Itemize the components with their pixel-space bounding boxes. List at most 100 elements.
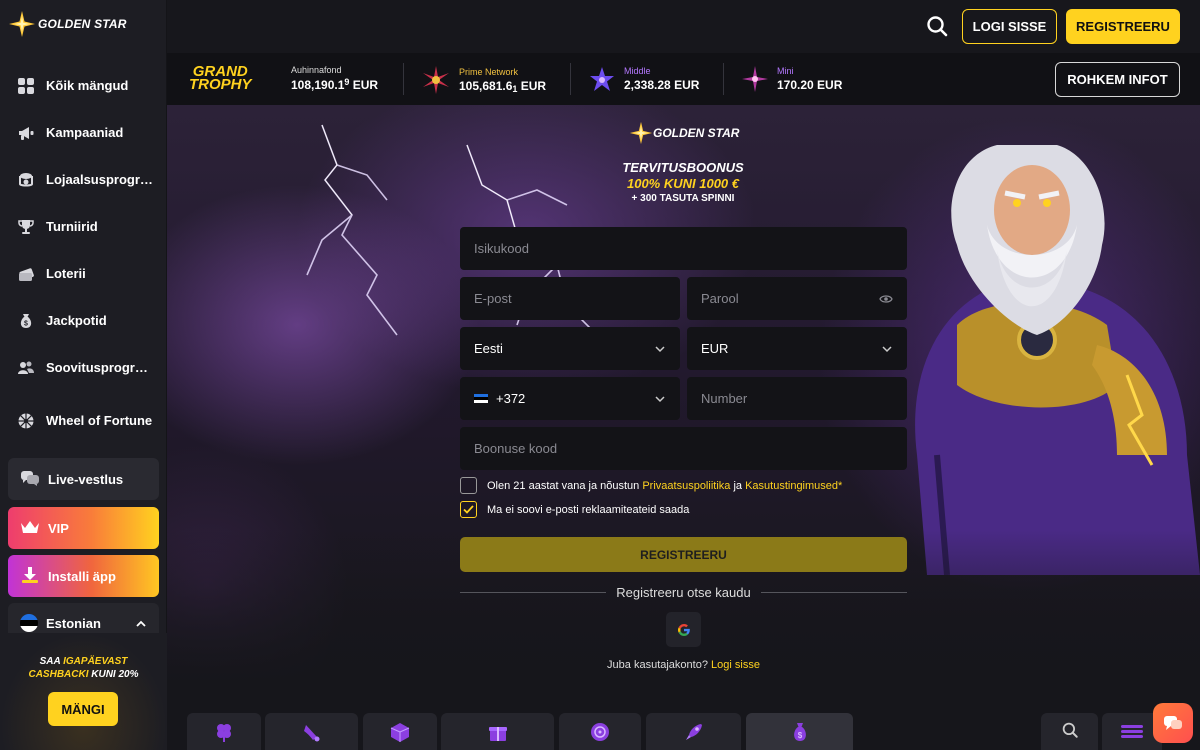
estonian-flag-icon — [20, 614, 38, 632]
vip-button[interactable]: VIP — [8, 507, 159, 549]
jackpot-prize-pool: Auhinnafond 108,190.19 EUR — [291, 65, 378, 92]
eye-icon[interactable] — [879, 294, 893, 304]
sidebar-item-tournaments[interactable]: Turniirid — [0, 203, 167, 250]
gift-icon — [488, 727, 507, 741]
wheel-icon — [16, 411, 36, 431]
download-icon — [20, 566, 40, 587]
category-search-tab[interactable] — [1041, 713, 1098, 750]
category-tab-bell[interactable] — [265, 713, 358, 750]
chevron-up-icon — [135, 616, 147, 631]
sidebar-item-label: Lojaalsusprogramm — [46, 172, 154, 187]
mini-star-icon — [742, 66, 768, 92]
sidebar-item-label: Kampaaniad — [46, 125, 124, 140]
money-bag-icon: $ — [793, 723, 806, 741]
google-signup-button[interactable] — [666, 612, 701, 647]
phone-code-select[interactable]: +372 — [460, 377, 680, 420]
sidebar-item-all-games[interactable]: Kõik mängud — [0, 62, 167, 109]
live-chat-button[interactable]: Live-vestlus — [8, 458, 159, 500]
brand-logo[interactable]: GOLDEN STAR — [8, 10, 127, 38]
checkmark-icon — [463, 505, 474, 514]
cube-icon — [390, 723, 410, 742]
estonian-flag-icon — [474, 393, 488, 404]
brand-name: GOLDEN STAR — [653, 126, 740, 140]
jackpot-prime-network: Prime Network 105,681.61 EUR — [421, 65, 546, 95]
email-input[interactable]: E-post — [460, 277, 680, 320]
chevron-down-icon — [655, 345, 665, 352]
terms-checkbox-row: Olen 21 aastat vana ja nõustun Privaatsu… — [460, 477, 842, 494]
sidebar-item-label: Kõik mängud — [46, 78, 129, 93]
sidebar-item-wheel[interactable]: Wheel of Fortune — [0, 391, 167, 451]
no-email-text: Ma ei soovi e-posti reklaamiteateid saad… — [487, 503, 690, 516]
megaphone-icon — [16, 123, 36, 143]
bonus-code-input[interactable]: Boonuse kood — [460, 427, 907, 470]
clover-icon — [217, 724, 231, 742]
play-button[interactable]: MÄNGI — [48, 692, 118, 726]
sidebar-nav: Kõik mängud Kampaaniad Lojaalsusprogramm… — [0, 62, 167, 451]
phone-number-input[interactable]: Number — [687, 377, 907, 420]
jackpot-value: 170.20 EUR — [777, 78, 843, 92]
category-tab-clover[interactable] — [187, 713, 261, 750]
divider — [570, 63, 571, 95]
sidebar-item-lottery[interactable]: Loterii — [0, 250, 167, 297]
terms-text: Olen 21 aastat vana ja nõustun Privaatsu… — [487, 479, 843, 492]
jackpot-value: 108,190.19 EUR — [291, 77, 379, 92]
sidebar-item-label: Loterii — [46, 266, 86, 281]
chevron-down-icon — [655, 395, 665, 402]
category-tab-rocket[interactable] — [646, 713, 741, 750]
terms-of-use-link[interactable]: Kasutustingimused — [745, 480, 838, 492]
have-account-text: Juba kasutajakonto? Logi sisse — [607, 659, 760, 671]
password-input[interactable]: Parool — [687, 277, 907, 320]
sidebar-item-label: Turniirid — [46, 219, 98, 234]
svg-text:$: $ — [24, 320, 28, 327]
privacy-policy-link[interactable]: Privaatsuspoliitika — [642, 480, 730, 492]
divider — [723, 63, 724, 95]
grand-trophy-logo: GRAND TROPHY — [189, 63, 252, 93]
star-logo-icon — [9, 11, 35, 37]
country-select[interactable]: Eesti — [460, 327, 680, 370]
category-tab-money-bag[interactable]: $ — [746, 713, 853, 750]
zeus-character-illustration — [915, 145, 1200, 575]
more-info-button[interactable]: ROHKEM INFOT — [1055, 62, 1180, 97]
sidebar-item-campaigns[interactable]: Kampaaniad — [0, 109, 167, 156]
category-tab-roulette[interactable] — [559, 713, 641, 750]
bonus-spins: + 300 TASUTA SPINNI — [631, 193, 735, 204]
cashback-text: SAA IGAPÄEVAST CASHBACKI KUNI 20% — [28, 656, 139, 680]
terms-checkbox[interactable] — [460, 477, 477, 494]
install-app-button[interactable]: Installi äpp — [8, 555, 159, 597]
category-tab-gift[interactable] — [441, 713, 554, 750]
sidebar-item-jackpots[interactable]: $ Jackpotid — [0, 297, 167, 344]
sidebar-item-referral[interactable]: Soovitusprogramm — [0, 344, 167, 391]
prime-star-icon — [423, 66, 449, 94]
svg-text:$: $ — [797, 731, 802, 740]
register-via-label: Registreeru otse kaudu — [616, 584, 751, 600]
search-icon — [1062, 722, 1078, 738]
login-button[interactable]: LOGI SISSE — [962, 9, 1057, 44]
sidebar-item-loyalty[interactable]: Lojaalsusprogramm — [0, 156, 167, 203]
bell-icon — [303, 725, 319, 742]
star-logo-icon — [629, 121, 653, 145]
no-email-checkbox[interactable] — [460, 501, 477, 518]
layers-icon — [1121, 725, 1143, 738]
jackpot-value: 2,338.28 EUR — [624, 78, 700, 92]
jackpot-name: Middle — [624, 66, 651, 76]
jackpot-name: Mini — [777, 66, 794, 76]
personal-code-input[interactable]: Isikukood — [460, 227, 907, 270]
currency-select[interactable]: EUR — [687, 327, 907, 370]
bonus-title: TERVITUSBOONUS — [622, 160, 744, 175]
register-button[interactable]: REGISTREERU — [1066, 9, 1180, 44]
sidebar: GOLDEN STAR Kõik mängud Kampaaniad Lojaa… — [0, 0, 167, 750]
jackpot-name: Auhinnafond — [291, 65, 342, 75]
sidebar-item-label: Jackpotid — [46, 313, 107, 328]
category-tab-cube[interactable] — [363, 713, 437, 750]
chevron-down-icon — [882, 345, 892, 352]
google-icon — [677, 623, 690, 636]
install-app-label: Installi äpp — [48, 568, 116, 584]
jackpot-name: Prime Network — [459, 66, 519, 77]
submit-register-button[interactable]: REGISTREERU — [460, 537, 907, 572]
jackpot-bar: GRAND TROPHY Auhinnafond 108,190.19 EUR … — [167, 53, 1200, 105]
chat-icon — [1164, 716, 1182, 730]
login-link[interactable]: Logi sisse — [711, 659, 760, 671]
search-icon[interactable] — [925, 14, 949, 38]
support-chat-button[interactable] — [1153, 703, 1193, 743]
promo-logo: GOLDEN STAR — [629, 120, 739, 146]
